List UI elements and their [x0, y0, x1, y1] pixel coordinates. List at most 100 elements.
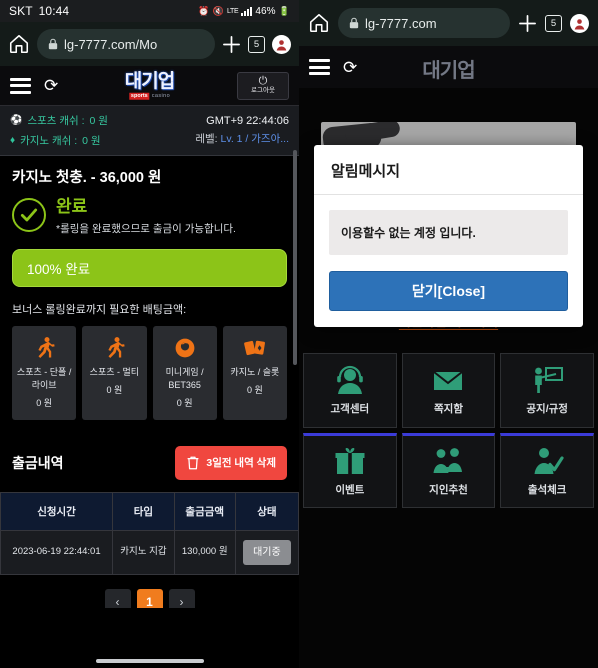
modal-footer: 닫기[Close]: [314, 271, 583, 327]
lte-icon: LTE: [226, 7, 239, 15]
column-header-status: 상태: [234, 491, 299, 531]
signal-icon: [241, 6, 253, 16]
cash-balance-bar: ⚽ 스포츠 캐쉬 : 0 원 ♦ 카지노 캐쉬 : 0 원 GMT+9 22:4…: [0, 106, 299, 156]
modal-body: 이용할수 없는 계정 입니다.: [314, 195, 583, 271]
modal-header: 알림메시지: [314, 145, 583, 195]
cash-balances: ⚽ 스포츠 캐쉬 : 0 원 ♦ 카지노 캐쉬 : 0 원: [10, 113, 108, 148]
bonus-card-title: 스포츠 - 단폴 / 라이브: [16, 366, 72, 390]
scroll-content[interactable]: 카지노 첫충. - 36,000 원 완료 *롤링을 완료했으므로 출금이 가능…: [0, 156, 299, 608]
site-logo[interactable]: 대기업 sports casino: [124, 69, 175, 100]
lock-icon: [48, 38, 58, 50]
plus-icon[interactable]: [518, 14, 537, 33]
column-header-amount: 출금금액: [173, 491, 236, 531]
site-logo-text[interactable]: 대기업: [422, 54, 475, 83]
mute-icon: 🔇: [212, 5, 224, 16]
column-header-time: 신청시간: [0, 491, 114, 531]
status-bar-left: SKT 10:44: [9, 4, 69, 18]
status-bar-right: ⏰ 🔇 LTE 46% 🔋: [198, 6, 290, 17]
modal-overlay: 알림메시지 이용할수 없는 계정 입니다. 닫기[Close]: [299, 88, 598, 668]
sports-cash-value: 0 원: [89, 115, 108, 127]
trash-icon: [187, 456, 199, 470]
right-phone-screen: lg-7777.com 5 ⟳ 대기업 고객센터 쪽지함 공지/규정 이벤트 지…: [299, 0, 598, 668]
table-row: 2023-06-19 22:44:01 카지노 지갑 130,000 원 대기중: [0, 529, 299, 576]
diamond-icon: ♦: [10, 135, 16, 146]
lock-icon: [349, 17, 359, 29]
page-button-1[interactable]: 1: [136, 589, 163, 608]
server-time: GMT+9 22:44:06: [206, 115, 289, 127]
alert-modal: 알림메시지 이용할수 없는 계정 입니다. 닫기[Close]: [314, 145, 583, 327]
page-prev-button[interactable]: ‹: [104, 589, 131, 608]
site-logo-text: 대기업: [124, 69, 175, 92]
refresh-icon[interactable]: ⟳: [343, 59, 357, 76]
cell-time: 2023-06-19 22:44:01: [0, 529, 114, 576]
home-gesture-bar: [95, 659, 204, 663]
bonus-card-amount: 0 원: [176, 397, 193, 408]
avatar-glyph-icon: [572, 15, 587, 31]
left-phone-screen: SKT 10:44 ⏰ 🔇 LTE 46% 🔋 lg-7777.com/Mo 5…: [0, 0, 299, 668]
sports-cash-row: ⚽ 스포츠 캐쉬 : 0 원: [10, 113, 108, 128]
url-bar[interactable]: lg-7777.com/Mo: [37, 29, 215, 59]
profile-avatar-icon[interactable]: [570, 13, 589, 33]
browser-toolbar: lg-7777.com/Mo 5: [0, 22, 299, 66]
plus-icon[interactable]: [222, 35, 241, 54]
running-man-icon: [32, 335, 56, 361]
url-text: lg-7777.com/Mo: [64, 36, 158, 52]
progress-label: 100% 완료: [27, 261, 91, 277]
battery-percent: 46%: [255, 5, 276, 17]
profile-avatar-icon[interactable]: [272, 34, 291, 54]
refresh-icon[interactable]: ⟳: [44, 77, 58, 94]
modal-title: 알림메시지: [331, 163, 401, 180]
login-page-body: 로그인 아직 회원이 아니신가요? 회원가입 바로가기 고객센터: [299, 88, 598, 668]
level-value: Lv. 1 / 가즈아...: [220, 133, 289, 145]
home-icon[interactable]: [8, 33, 30, 55]
bonus-status-row: 완료 *롤링을 완료했으므로 출금이 가능합니다.: [12, 197, 287, 236]
hamburger-menu-icon[interactable]: [309, 59, 330, 75]
cell-type: 카지노 지갑: [112, 529, 175, 576]
modal-close-button[interactable]: 닫기[Close]: [329, 271, 568, 311]
delete-history-button[interactable]: 3일전 내역 삭제: [175, 445, 287, 480]
tab-count-button[interactable]: 5: [545, 14, 562, 32]
cell-status: 대기중: [234, 529, 299, 576]
page-next-button[interactable]: ›: [168, 589, 195, 608]
tab-count-label: 5: [550, 17, 557, 29]
logo-casino-label: casino: [151, 92, 171, 99]
sports-cash-label: 스포츠 캐쉬 :: [27, 115, 85, 127]
running-man-glyph-icon: [38, 336, 55, 358]
carrier-label: SKT: [9, 4, 33, 18]
bonus-card-amount: 0 원: [246, 384, 263, 395]
history-title: 출금내역: [12, 454, 64, 471]
bonus-card: 스포츠 - 단폴 / 라이브 0 원: [12, 325, 77, 420]
bonus-card: 미니게임 / BET365 0 원: [152, 325, 217, 420]
pagination: ‹ 1 ›: [0, 575, 299, 608]
checkmark-icon: [20, 208, 38, 222]
dual-screenshot-stage: SKT 10:44 ⏰ 🔇 LTE 46% 🔋 lg-7777.com/Mo 5…: [0, 0, 598, 668]
status-badge: 대기중: [243, 539, 291, 566]
table-header: 신청시간 타입 출금금액 상태: [0, 491, 299, 531]
home-icon[interactable]: [308, 12, 330, 34]
cell-amount: 130,000 원: [173, 529, 236, 576]
playing-cards-icon: [243, 335, 267, 361]
soccer-ball-icon: ⚽: [10, 115, 23, 126]
bonus-title: 카지노 첫충. - 36,000 원: [12, 170, 162, 186]
bonus-card-amount: 0 원: [106, 384, 123, 395]
history-header: 출금내역 3일전 내역 삭제: [0, 433, 299, 492]
bonus-status-text: 완료 *롤링을 완료했으므로 출금이 가능합니다.: [56, 197, 236, 236]
url-bar[interactable]: lg-7777.com: [338, 8, 510, 38]
bonus-card: 스포츠 - 멀티 0 원: [82, 325, 147, 420]
bonus-status-note: *롤링을 완료했으므로 출금이 가능합니다.: [56, 222, 236, 235]
bonus-card-list: 스포츠 - 단폴 / 라이브 0 원 스포츠 - 멀티 0 원 미니게임 / B…: [12, 325, 287, 434]
hamburger-menu-icon[interactable]: [10, 77, 31, 94]
vertical-scrollbar[interactable]: [293, 150, 297, 365]
check-circle-icon: [12, 198, 46, 232]
logout-label: 로그아웃: [251, 87, 275, 95]
bonus-card-title: 카지노 / 슬롯: [230, 366, 280, 377]
playing-cards-glyph-icon: [244, 340, 265, 355]
clock-label: 10:44: [38, 4, 70, 18]
casino-cash-value: 0 원: [82, 135, 101, 147]
running-man-icon: [102, 335, 126, 361]
level-label: 레벨:: [195, 133, 218, 145]
column-header-type: 타입: [112, 491, 175, 531]
logout-button[interactable]: ⏻ 로그아웃: [237, 71, 289, 100]
status-bar: SKT 10:44 ⏰ 🔇 LTE 46% 🔋: [0, 0, 299, 22]
tab-count-button[interactable]: 5: [248, 35, 265, 53]
